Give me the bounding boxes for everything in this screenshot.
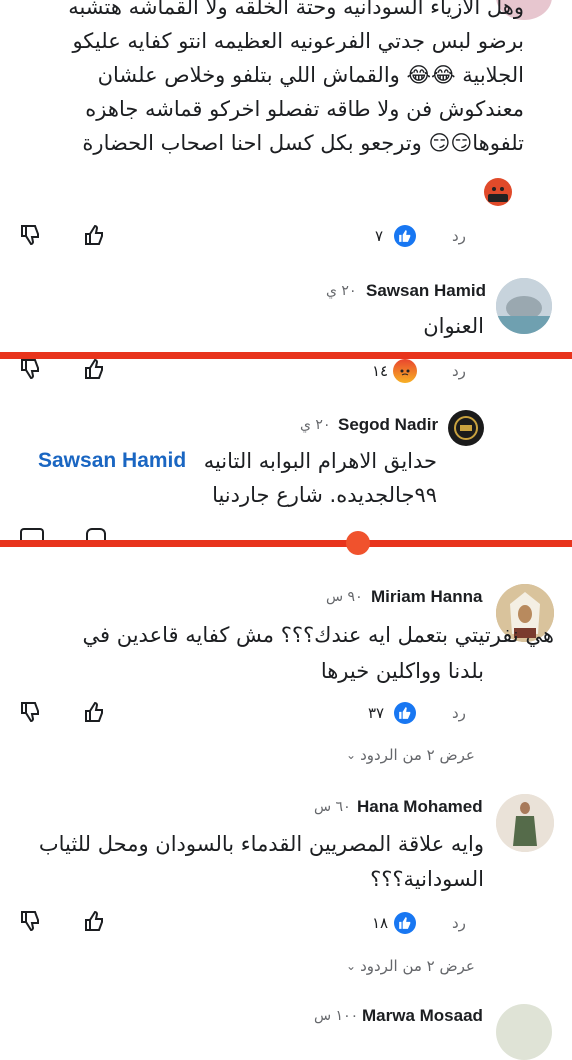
like-icon[interactable] xyxy=(82,699,108,725)
comment-1-line: وهل الازياء السودانيه وحتة الخلقه ولا ال… xyxy=(68,0,524,19)
dislike-icon[interactable] xyxy=(18,699,44,725)
comment-time: ٦٠ س xyxy=(314,799,351,815)
comment-text: بلدنا وواكلين خيرها xyxy=(320,659,484,683)
avatar[interactable] xyxy=(496,1004,552,1060)
comment-1-line: برضو لبس جدتي الفرعونيه العظيمه انتو كفا… xyxy=(72,29,524,53)
comment-text: العنوان xyxy=(423,314,484,338)
comment-text: هي نفرتيتي بتعمل ايه عندك؟؟؟ مش كفايه قا… xyxy=(82,623,555,647)
comment-1-line: الجلابية 😂😂 والقماش اللي بتلفو وخلاص علش… xyxy=(97,63,524,87)
red-marker-line-bottom xyxy=(0,540,572,547)
view-replies-label: عرض ٢ من الردود xyxy=(360,957,475,975)
comment-author[interactable]: Hana Mohamed xyxy=(357,797,483,817)
chevron-down-icon: ⌄ xyxy=(346,748,357,762)
reply-button[interactable]: رد xyxy=(452,227,466,245)
comment-text: حدايق الاهرام البوابه التانيه xyxy=(203,449,437,473)
like-icon[interactable] xyxy=(82,222,108,248)
avatar[interactable] xyxy=(496,794,554,852)
comment-time: ٢٠ ي xyxy=(300,417,331,433)
like-icon[interactable] xyxy=(82,356,108,382)
like-reaction-icon xyxy=(394,702,416,724)
red-marker-dot xyxy=(346,531,370,555)
reaction-count[interactable]: ١٨ xyxy=(372,914,388,932)
reply-button[interactable]: رد xyxy=(452,362,466,380)
like-reaction-icon xyxy=(394,225,416,247)
comment-author[interactable]: Miriam Hanna xyxy=(371,587,482,607)
comment-1-line: تلفوها😏😏 وترجعو بكل كسل احنا اصحاب الحضا… xyxy=(82,131,524,155)
comment-author[interactable]: Segod Nadir xyxy=(338,415,438,435)
comment-time: ١٠٠ س xyxy=(314,1008,359,1024)
dislike-icon[interactable] xyxy=(18,222,44,248)
reaction-count[interactable]: ٣٧ xyxy=(368,704,384,722)
comment-text: ٩٩جالجديده. شارع جاردنيا xyxy=(212,483,437,507)
view-replies-label: عرض ٢ من الردود xyxy=(360,746,475,764)
comment-text: السودانية؟؟؟ xyxy=(370,867,484,891)
comment-text: وايه علاقة المصريين القدماء بالسودان ومح… xyxy=(38,832,484,856)
reaction-count[interactable]: ١٤ xyxy=(372,362,388,380)
reply-button[interactable]: رد xyxy=(452,914,466,932)
comment-author[interactable]: Sawsan Hamid xyxy=(366,281,486,301)
view-replies-link[interactable]: عرض ٢ من الردود ⌄ xyxy=(346,957,475,975)
like-icon[interactable] xyxy=(82,908,108,934)
avatar[interactable] xyxy=(496,278,552,334)
angry-symbols-emoji-icon xyxy=(484,178,512,206)
reply-button[interactable]: رد xyxy=(452,704,466,722)
angry-reaction-icon xyxy=(393,359,417,383)
mention-link[interactable]: Sawsan Hamid xyxy=(38,449,186,473)
view-replies-link[interactable]: عرض ٢ من الردود ⌄ xyxy=(346,746,475,764)
comment-1-body: وهل الازياء السودانيه وحتة الخلقه ولا ال… xyxy=(4,0,524,160)
like-reaction-icon xyxy=(394,912,416,934)
chevron-down-icon: ⌄ xyxy=(346,959,357,973)
comment-1-line: معندكوش فن ولا طاقه تفصلو اخركو قماشه جا… xyxy=(85,97,524,121)
dislike-icon[interactable] xyxy=(18,356,44,382)
comment-time: ٩٠ س xyxy=(326,589,363,605)
comment-author[interactable]: Marwa Mosaad xyxy=(362,1006,483,1026)
reaction-count[interactable]: ٧ xyxy=(375,227,383,245)
dislike-icon[interactable] xyxy=(18,908,44,934)
comment-time: ٢٠ ي xyxy=(326,283,357,299)
avatar[interactable] xyxy=(448,410,484,446)
